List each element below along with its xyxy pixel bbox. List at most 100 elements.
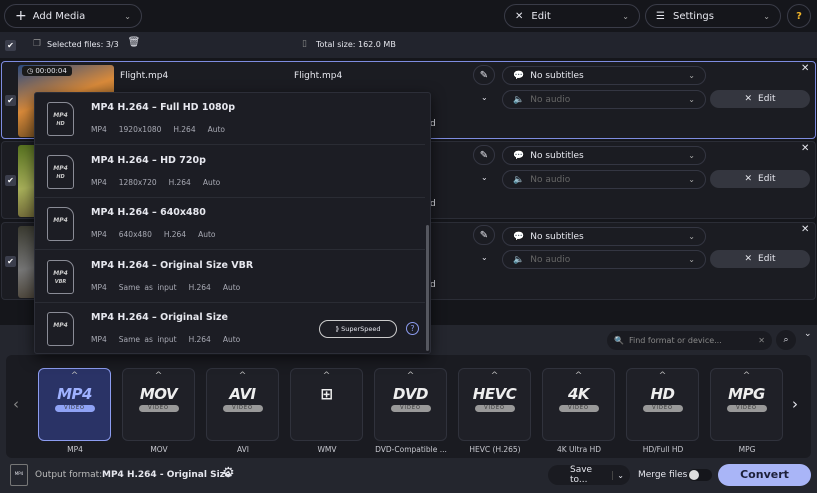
format-card-mov[interactable]: ^ MOV VIDEO — [122, 368, 195, 441]
mp4-file-icon: MP4 VBR — [47, 259, 74, 294]
output-settings-gear-icon[interactable]: ⚙ — [222, 465, 235, 481]
preset-details: MP4 1920x1080 H.264 Auto — [91, 125, 226, 134]
chevron-up-icon[interactable]: ^ — [711, 371, 782, 381]
output-format-value: MP4 H.264 - Original Size — [102, 470, 231, 480]
chevron-down-icon: ⌄ — [763, 11, 770, 21]
selection-bar — [0, 32, 817, 58]
help-button[interactable]: ? — [787, 4, 811, 28]
file-checkbox[interactable]: ✔ — [5, 175, 16, 186]
chevron-up-icon[interactable]: ^ — [39, 371, 110, 381]
format-logo: MPG — [728, 385, 765, 403]
search-icon: 🔍 — [614, 336, 624, 345]
edit-file-button[interactable]: ✕ Edit — [710, 170, 810, 188]
output-file-name[interactable]: Flight.mp4 — [294, 71, 342, 81]
edit-menu-button[interactable]: ✕ Edit ⌄ — [504, 4, 640, 28]
tools-icon: ✕ — [744, 174, 753, 184]
speaker-icon: 🔈 — [513, 174, 525, 185]
format-logo: HEVC — [472, 385, 517, 403]
carousel-next-button[interactable]: › — [792, 395, 798, 413]
preset-dropdown-menu: MP4 HD MP4 H.264 – Full HD 1080p MP4 1920x… — [34, 92, 431, 354]
format-label: 4K Ultra HD — [556, 445, 602, 454]
file-checkbox[interactable]: ✔ — [5, 256, 16, 267]
speech-bubble-icon: 💬 — [513, 70, 525, 81]
rename-button[interactable]: ✎ — [473, 65, 495, 85]
format-card-dvd-compatible[interactable]: ^ DVD VIDEO — [374, 368, 447, 441]
remove-file-button[interactable]: ✕ — [801, 143, 809, 154]
preset-item[interactable]: MP4 VBR MP4 H.264 – Original Size VBR MP4… — [35, 251, 425, 303]
subtitles-dropdown[interactable]: 💬 No subtitles ⌄ — [502, 227, 706, 246]
superspeed-badge[interactable]: ⟫ SuperSpeed — [319, 320, 397, 338]
format-label: HEVC (H.265) — [469, 445, 521, 454]
carousel-prev-button[interactable]: ‹ — [13, 395, 19, 413]
audio-dropdown[interactable]: 🔈 No audio ⌄ — [502, 250, 706, 269]
help-circle-icon[interactable]: ? — [406, 322, 419, 335]
trash-button[interactable]: 🗑 — [125, 37, 143, 53]
clear-icon[interactable]: ✕ — [758, 336, 765, 345]
settings-menu-button[interactable]: ☰ Settings ⌄ — [645, 4, 781, 28]
chevron-down-icon: ⌄ — [124, 11, 131, 21]
format-card-hevc-h-265[interactable]: ^ HEVC VIDEO — [458, 368, 531, 441]
convert-button[interactable]: Convert — [718, 464, 811, 486]
format-label: WMV — [317, 445, 337, 454]
format-label: AVI — [237, 445, 249, 454]
preset-item[interactable]: MP4 MP4 H.264 – 640x480 MP4 640x480 H.264 A… — [35, 198, 425, 250]
file-name: Flight.mp4 — [120, 71, 169, 81]
preset-item[interactable]: MP4 MP4 H.264 – Original Size MP4 Same as… — [35, 303, 425, 355]
chevron-up-icon[interactable]: ^ — [207, 371, 278, 381]
chevron-up-icon[interactable]: ^ — [123, 371, 194, 381]
preset-title: MP4 H.264 – HD 720p — [91, 154, 206, 166]
duration-badge: ◷ 00:00:04 — [22, 66, 72, 76]
save-to-button[interactable]: Save to... ⌄ — [548, 465, 630, 485]
preset-details: MP4 Same as input H.264 Auto — [91, 335, 241, 344]
device-detect-button[interactable]: ⌕ — [776, 330, 796, 350]
format-card-hd-full-hd[interactable]: ^ HD VIDEO — [626, 368, 699, 441]
tools-icon: ✕ — [515, 10, 524, 22]
select-all-checkbox[interactable]: ✔ — [5, 40, 16, 51]
audio-dropdown[interactable]: 🔈 No audio ⌄ — [502, 170, 706, 189]
format-card-mp4[interactable]: ^ MP4 VIDEO — [38, 368, 111, 441]
chevron-down-icon: ⌄ — [622, 11, 629, 21]
chevron-down-icon[interactable]: ⌄ — [481, 253, 488, 262]
file-checkbox[interactable]: ✔ — [5, 95, 16, 106]
add-media-button[interactable]: + Add Media ⌄ — [4, 4, 142, 28]
chevron-up-icon[interactable]: ^ — [543, 371, 614, 381]
video-badge: VIDEO — [54, 405, 95, 412]
remove-file-button[interactable]: ✕ — [801, 63, 809, 74]
video-badge: VIDEO — [726, 405, 767, 412]
preset-item[interactable]: MP4 HD MP4 H.264 – HD 720p MP4 1280x720 H.2… — [35, 146, 425, 198]
edit-file-button[interactable]: ✕ Edit — [710, 90, 810, 108]
format-logo: HD — [650, 385, 675, 403]
format-search[interactable]: 🔍 Find format or device... ✕ — [607, 331, 772, 350]
rename-button[interactable]: ✎ — [473, 145, 495, 165]
mp4-file-icon: MP4 — [47, 207, 74, 241]
preset-item[interactable]: MP4 HD MP4 H.264 – Full HD 1080p MP4 1920x… — [35, 93, 425, 145]
preset-details: MP4 Same as input H.264 Auto — [91, 282, 241, 292]
chevron-down-icon[interactable]: ⌄ — [612, 470, 624, 480]
format-card-avi[interactable]: ^ AVI VIDEO — [206, 368, 279, 441]
remove-file-button[interactable]: ✕ — [801, 224, 809, 235]
format-card-wmv[interactable]: ^ ⊞ — [290, 368, 363, 441]
merge-files-toggle[interactable] — [688, 469, 712, 481]
edit-file-button[interactable]: ✕ Edit — [710, 250, 810, 268]
audio-dropdown[interactable]: 🔈 No audio ⌄ — [502, 90, 706, 109]
chevron-up-icon[interactable]: ^ — [459, 371, 530, 381]
chevron-down-icon[interactable]: ⌄ — [481, 173, 488, 182]
popup-scrollbar[interactable] — [426, 225, 429, 351]
tools-icon: ✕ — [744, 254, 753, 264]
chevron-up-icon[interactable]: ^ — [627, 371, 698, 381]
pencil-icon: ✎ — [479, 69, 489, 81]
subtitles-dropdown[interactable]: 💬 No subtitles ⌄ — [502, 66, 706, 85]
format-card-4k-ultra-hd[interactable]: ^ 4K VIDEO — [542, 368, 615, 441]
pencil-icon: ✎ — [479, 229, 489, 241]
video-badge: VIDEO — [222, 405, 263, 412]
video-badge: VIDEO — [138, 405, 179, 412]
chevron-down-icon[interactable]: ⌄ — [481, 93, 488, 102]
format-label: MOV — [150, 445, 168, 454]
chevron-up-icon[interactable]: ^ — [291, 371, 362, 381]
chevron-up-icon[interactable]: ^ — [375, 371, 446, 381]
sliders-icon: ☰ — [656, 10, 665, 22]
collapse-panel-button[interactable]: ⌄ — [804, 329, 812, 339]
subtitles-dropdown[interactable]: 💬 No subtitles ⌄ — [502, 146, 706, 165]
rename-button[interactable]: ✎ — [473, 225, 495, 245]
format-card-mpg[interactable]: ^ MPG VIDEO — [710, 368, 783, 441]
